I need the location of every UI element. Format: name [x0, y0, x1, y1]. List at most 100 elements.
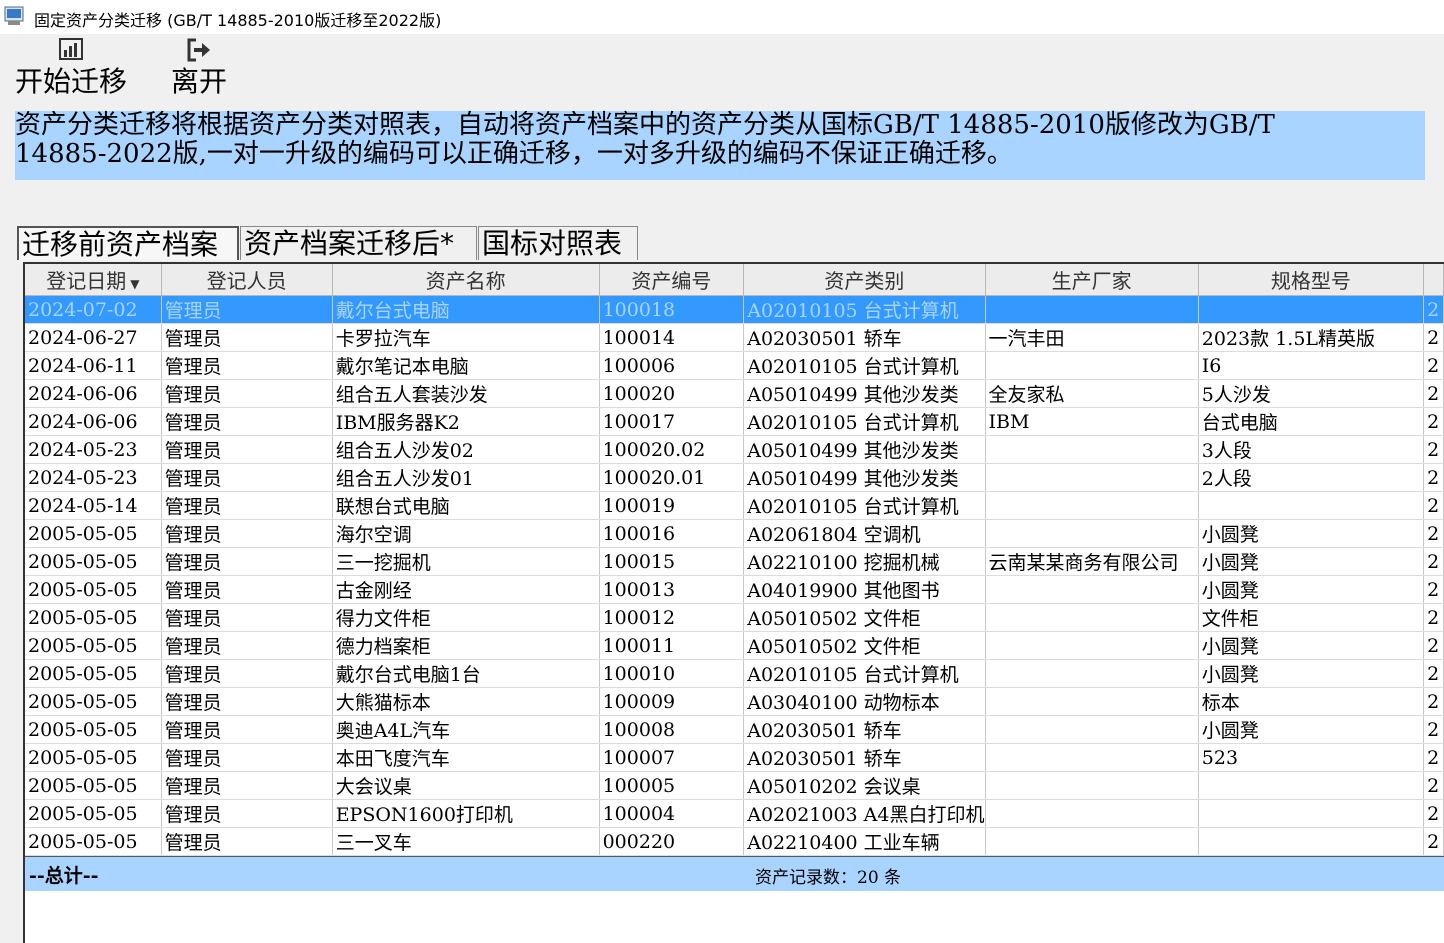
table-cell: 2: [1423, 295, 1444, 324]
tab-standard-mapping[interactable]: 国标对照表: [478, 226, 638, 260]
table-cell: A02010105 台式计算机: [743, 351, 986, 380]
table-cell: A02010105 台式计算机: [743, 407, 986, 436]
table-row[interactable]: 2024-06-06 管理员 组合五人套装沙发 100020 A05010499 其他沙…: [25, 379, 1444, 408]
table-row[interactable]: 2005-05-05 管理员 EPSON1600打印机 100004 A02021003…: [25, 799, 1444, 828]
table-cell: [1198, 295, 1425, 324]
sort-desc-icon: ▼: [130, 277, 140, 291]
table-cell: 三一叉车: [332, 827, 600, 856]
table-cell: A05010502 文件柜: [743, 603, 986, 632]
table-cell: 2005-05-05: [25, 603, 162, 632]
table-cell: 管理员: [161, 435, 333, 464]
table-cell: 管理员: [161, 379, 333, 408]
tab-before-migration[interactable]: 迁移前资产档案: [17, 226, 239, 261]
table-cell: 2024-06-27: [25, 323, 162, 352]
table-row[interactable]: 2024-06-06 管理员 IBM服务器K2 100017 A02010105 台式计…: [25, 407, 1444, 436]
table-row[interactable]: 2024-06-27 管理员 卡罗拉汽车 100014 A02030501 轿车 一汽丰田…: [25, 323, 1444, 352]
table-cell: [985, 827, 1199, 856]
column-header[interactable]: 登记人员: [161, 264, 333, 296]
table-cell: 台式电脑: [1198, 407, 1425, 436]
table-row[interactable]: 2024-06-11 管理员 戴尔笔记本电脑 100006 A02010105 台式计算…: [25, 351, 1444, 380]
table-cell: 2005-05-05: [25, 743, 162, 772]
table-cell: 100004: [599, 799, 745, 828]
notice-line-2: 14885-2022版,一对一升级的编码可以正确迁移，一对多升级的编码不保证正确…: [15, 139, 1013, 169]
table-cell: [985, 295, 1199, 324]
table-cell: A02210400 工业车辆: [743, 827, 986, 856]
table-cell: 卡罗拉汽车: [332, 323, 600, 352]
table-row[interactable]: 2005-05-05 管理员 大会议桌 100005 A05010202 会议桌 2: [25, 771, 1444, 800]
migration-notice: 资产分类迁移将根据资产分类对照表，自动将资产档案中的资产分类从国标GB/T 14…: [15, 111, 1425, 180]
table-cell: 大熊猫标本: [332, 687, 600, 716]
table-cell: 100019: [599, 491, 745, 520]
table-cell: 2005-05-05: [25, 771, 162, 800]
column-header[interactable]: 资产编号: [599, 264, 745, 296]
table-row[interactable]: 2024-07-02 管理员 戴尔台式电脑 100018 A02010105 台式计算机…: [25, 295, 1444, 324]
exit-button[interactable]: 离开: [165, 38, 233, 98]
table-cell: 三一挖掘机: [332, 547, 600, 576]
table-cell: 2: [1423, 827, 1444, 856]
table-cell: 管理员: [161, 715, 333, 744]
table-cell: 2: [1423, 603, 1444, 632]
table-cell: 管理员: [161, 519, 333, 548]
table-row[interactable]: 2005-05-05 管理员 大熊猫标本 100009 A03040100 动物标本 标本…: [25, 687, 1444, 716]
table-row[interactable]: 2005-05-05 管理员 海尔空调 100016 A02061804 空调机 小圆凳 2: [25, 519, 1444, 548]
table-cell: 2023款 1.5L精英版: [1198, 323, 1425, 352]
table-cell: 2005-05-05: [25, 715, 162, 744]
column-header[interactable]: 登记日期 ▼: [25, 264, 162, 296]
table-row[interactable]: 2005-05-05 管理员 得力文件柜 100012 A05010502 文件柜 文件柜…: [25, 603, 1444, 632]
table-cell: 2024-06-06: [25, 379, 162, 408]
table-cell: 管理员: [161, 631, 333, 660]
table-cell: [1198, 491, 1425, 520]
table-cell: 小圆凳: [1198, 519, 1425, 548]
table-cell: [985, 463, 1199, 492]
start-migration-button[interactable]: 开始迁移: [10, 38, 132, 98]
asset-grid[interactable]: 登记日期 ▼ 登记人员 资产名称 资产编号 资产类别 生产厂家 规格型号 2024…: [23, 262, 1444, 943]
table-cell: 管理员: [161, 295, 333, 324]
table-cell: 2024-05-23: [25, 463, 162, 492]
table-row[interactable]: 2005-05-05 管理员 奥迪A4L汽车 100008 A02030501 轿车 小圆…: [25, 715, 1444, 744]
column-header[interactable]: 资产类别: [743, 264, 986, 296]
table-row[interactable]: 2005-05-05 管理员 古金刚经 100013 A04019900 其他图书 小圆凳…: [25, 575, 1444, 604]
column-header[interactable]: 规格型号: [1198, 264, 1425, 296]
column-header[interactable]: 生产厂家: [985, 264, 1199, 296]
table-cell: 德力档案柜: [332, 631, 600, 660]
table-cell: 2005-05-05: [25, 575, 162, 604]
table-cell: 2: [1423, 799, 1444, 828]
table-row[interactable]: 2005-05-05 管理员 德力档案柜 100011 A05010502 文件柜 小圆凳…: [25, 631, 1444, 660]
tab-after-migration[interactable]: 资产档案迁移后*: [240, 226, 477, 260]
table-cell: [985, 351, 1199, 380]
table-cell: 组合五人套装沙发: [332, 379, 600, 408]
table-cell: 2: [1423, 771, 1444, 800]
table-cell: [985, 771, 1199, 800]
table-cell: [1198, 827, 1425, 856]
column-header[interactable]: 资产名称: [332, 264, 600, 296]
table-cell: 100020: [599, 379, 745, 408]
table-cell: A02010105 台式计算机: [743, 295, 986, 324]
table-cell: A05010202 会议桌: [743, 771, 986, 800]
table-cell: 2005-05-05: [25, 799, 162, 828]
table-cell: IBM服务器K2: [332, 407, 600, 436]
table-cell: 全友家私: [985, 379, 1199, 408]
column-header[interactable]: [1423, 264, 1444, 296]
exit-label: 离开: [170, 65, 227, 98]
table-cell: 组合五人沙发01: [332, 463, 600, 492]
table-cell: 2005-05-05: [25, 519, 162, 548]
table-row[interactable]: 2005-05-05 管理员 三一挖掘机 100015 A02210100 挖掘机械 云南…: [25, 547, 1444, 576]
table-cell: [985, 743, 1199, 772]
table-row[interactable]: 2024-05-23 管理员 组合五人沙发02 100020.02 A05010499 …: [25, 435, 1444, 464]
table-cell: 2: [1423, 743, 1444, 772]
table-row[interactable]: 2005-05-05 管理员 本田飞度汽车 100007 A02030501 轿车 523…: [25, 743, 1444, 772]
table-cell: [985, 603, 1199, 632]
table-cell: 文件柜: [1198, 603, 1425, 632]
table-row[interactable]: 2024-05-14 管理员 联想台式电脑 100019 A02010105 台式计算机…: [25, 491, 1444, 520]
table-cell: 小圆凳: [1198, 715, 1425, 744]
table-cell: [985, 519, 1199, 548]
table-row[interactable]: 2005-05-05 管理员 三一叉车 000220 A02210400 工业车辆 2: [25, 827, 1444, 856]
table-cell: 2: [1423, 659, 1444, 688]
table-cell: 海尔空调: [332, 519, 600, 548]
table-row[interactable]: 2005-05-05 管理员 戴尔台式电脑1台 100010 A02010105 台式计…: [25, 659, 1444, 688]
table-cell: 2: [1423, 575, 1444, 604]
table-row[interactable]: 2024-05-23 管理员 组合五人沙发01 100020.01 A05010499 …: [25, 463, 1444, 492]
table-cell: A02030501 轿车: [743, 743, 986, 772]
table-cell: [985, 799, 1199, 828]
table-cell: 小圆凳: [1198, 547, 1425, 576]
